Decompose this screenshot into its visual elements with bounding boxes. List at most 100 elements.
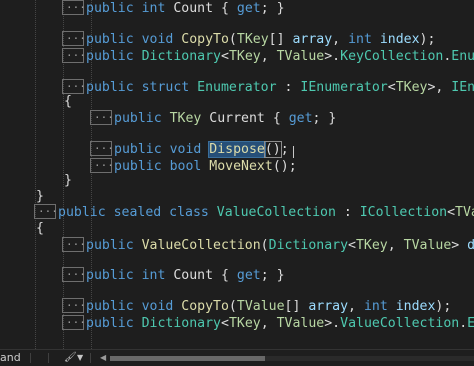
horizontal-scrollbar[interactable] xyxy=(110,356,474,361)
code-token: < xyxy=(348,238,356,253)
code-token: array xyxy=(292,32,333,47)
code-token: int xyxy=(363,299,396,314)
code-token: class xyxy=(169,205,217,220)
chevron-down-icon[interactable]: ▼ xyxy=(77,353,83,362)
code-token: Count xyxy=(173,1,221,16)
code-token: TKey xyxy=(236,32,269,47)
code-token: struct xyxy=(141,80,198,95)
code-token: Dictionary xyxy=(141,49,221,64)
code-token: ValueCollection xyxy=(340,316,460,331)
code-token: Dictionary xyxy=(141,316,221,331)
code-token: TKey xyxy=(395,80,428,95)
code-token: : xyxy=(343,205,360,220)
code-line[interactable]: public int Count { get; } xyxy=(62,0,285,19)
code-token: } xyxy=(64,173,72,188)
code-token: { xyxy=(220,1,237,16)
code-token: array xyxy=(308,299,349,314)
code-token: ( xyxy=(260,238,269,253)
code-token: , xyxy=(260,316,277,331)
code-token: IEnumerator xyxy=(300,80,388,95)
scrollbar-thumb[interactable] xyxy=(110,356,265,361)
code-token: MoveNext xyxy=(209,159,273,174)
code-token: Enumera xyxy=(467,316,474,331)
code-token: public xyxy=(114,142,170,157)
code-token: diction xyxy=(467,238,474,253)
indent-guide xyxy=(35,0,36,349)
brush-icon[interactable]: 🖌 xyxy=(64,352,77,364)
status-separator xyxy=(30,353,31,363)
code-token: < xyxy=(447,205,456,220)
collapsed-region-indicator[interactable] xyxy=(62,232,86,252)
code-token: bool xyxy=(169,159,210,174)
code-line[interactable]: public bool MoveNext(); xyxy=(90,153,297,177)
code-token: public xyxy=(114,159,170,174)
code-token: < xyxy=(220,49,229,64)
code-token: ); xyxy=(435,299,452,314)
code-token: (); xyxy=(272,159,297,174)
code-token: { xyxy=(36,221,44,236)
collapsed-region-indicator[interactable] xyxy=(62,43,86,63)
collapsed-region-indicator[interactable] xyxy=(90,105,114,125)
code-token: TValue xyxy=(276,49,325,64)
code-token: { xyxy=(272,111,289,126)
code-token: void xyxy=(141,32,182,47)
code-token: Dictionary xyxy=(268,238,349,253)
code-line[interactable]: public TKey Current { get; } xyxy=(90,105,337,129)
collapsed-region-indicator[interactable] xyxy=(62,0,86,15)
code-token: public xyxy=(86,32,142,47)
code-token: CopyTo xyxy=(181,299,229,314)
code-token: { xyxy=(220,268,237,283)
code-token: TKey xyxy=(228,49,261,64)
code-token: sealed xyxy=(113,205,170,220)
collapsed-region-indicator[interactable] xyxy=(34,199,58,219)
code-token: ; } xyxy=(312,111,337,126)
chevron-left-icon[interactable]: ◀ xyxy=(100,353,106,362)
code-token: , xyxy=(260,49,277,64)
collapsed-region-indicator[interactable] xyxy=(62,310,86,330)
code-token: public xyxy=(58,205,114,220)
code-token: [] xyxy=(268,32,293,47)
code-token: ValueCollection xyxy=(141,238,261,253)
code-line[interactable]: public sealed class ValueCollection : IC… xyxy=(34,199,474,223)
code-line[interactable]: } xyxy=(64,171,72,191)
code-token: , xyxy=(387,238,404,253)
code-editor[interactable]: public int Count { get; }public void Cop… xyxy=(0,0,474,349)
code-token: CopyTo xyxy=(181,32,229,47)
code-token: TKey xyxy=(169,111,210,126)
code-token: TValue xyxy=(236,299,285,314)
status-text: and xyxy=(0,351,21,364)
text-cursor xyxy=(293,146,294,158)
code-token: ; } xyxy=(260,268,285,283)
code-token: public xyxy=(86,238,142,253)
collapsed-region-indicator[interactable] xyxy=(62,262,86,282)
code-token: Count xyxy=(173,268,221,283)
code-line[interactable]: public ValueCollection(Dictionary<TKey, … xyxy=(62,232,474,256)
code-line[interactable]: public Dictionary<TKey, TValue>.KeyColle… xyxy=(62,43,474,67)
code-line[interactable]: public Dictionary<TKey, TValue>.ValueCol… xyxy=(62,310,474,334)
code-token: public xyxy=(86,268,142,283)
code-token: ValueCollection xyxy=(216,205,344,220)
status-separator xyxy=(48,353,49,363)
code-token: Enumerator xyxy=(451,49,474,64)
code-token: [] xyxy=(284,299,309,314)
code-token: ); xyxy=(419,32,436,47)
code-token: IEnumerator xyxy=(451,80,474,95)
code-token: index xyxy=(379,32,420,47)
code-token: < xyxy=(387,80,396,95)
code-token: TValue xyxy=(276,316,325,331)
code-token: TValue xyxy=(403,238,452,253)
code-token: public xyxy=(86,49,142,64)
code-token: int xyxy=(141,268,174,283)
code-line[interactable]: public int Count { get; } xyxy=(62,262,285,286)
code-line[interactable]: { xyxy=(64,92,72,112)
status-separator xyxy=(90,353,91,363)
code-token: public xyxy=(114,111,170,126)
code-line[interactable]: { xyxy=(36,219,44,239)
code-line[interactable]: public struct Enumerator : IEnumerator<T… xyxy=(62,74,474,98)
code-token: TKey xyxy=(228,316,261,331)
code-token: : xyxy=(284,80,301,95)
code-token: get xyxy=(288,111,313,126)
collapsed-region-indicator[interactable] xyxy=(90,153,114,173)
code-token: index xyxy=(395,299,436,314)
code-token: ( xyxy=(228,299,237,314)
